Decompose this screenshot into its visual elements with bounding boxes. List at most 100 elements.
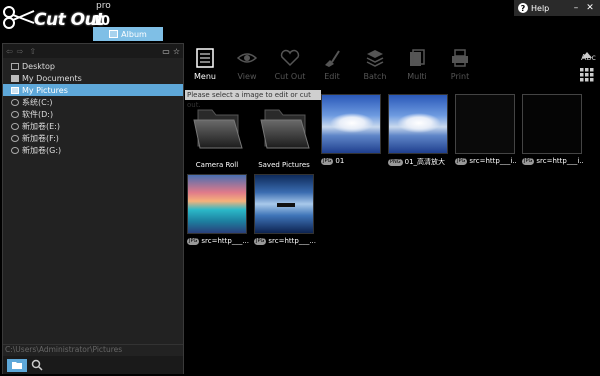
image-thumb[interactable]: JPG src=http___... [187, 174, 249, 245]
batch-button[interactable]: Batch [355, 48, 395, 81]
file-type-badge: JPG [455, 157, 468, 165]
view-label: View [237, 72, 257, 81]
image-caption: 01_高清放大 [404, 158, 446, 166]
drive-icon [11, 110, 19, 118]
multi-page-icon [410, 49, 425, 66]
logo-pro: pro [96, 1, 111, 11]
current-path: C:\Users\Administrator\Pictures [3, 344, 183, 356]
printer-icon [452, 49, 468, 67]
image-preview [321, 94, 381, 154]
abc-label[interactable]: Abc [581, 53, 596, 62]
heart-icon [280, 49, 300, 67]
up-arrow-icon[interactable]: ⇧ [29, 47, 36, 56]
sidebar-item-label: 新加卷(G:) [22, 145, 62, 155]
brush-icon [325, 50, 340, 67]
sidebar-item-drive-g[interactable]: 新加卷(G:) [3, 144, 183, 156]
file-type-badge: JPG [321, 157, 334, 165]
sidebar-item-label: My Pictures [22, 85, 68, 95]
search-icon[interactable] [31, 359, 43, 371]
batch-label: Batch [363, 72, 387, 81]
menu-button[interactable]: Menu [185, 48, 225, 81]
drive-icon [11, 146, 19, 154]
image-thumb[interactable]: PNG 01_高清放大 [388, 94, 450, 167]
sidebar-item-drive-c[interactable]: 系统(C:) [3, 96, 183, 108]
image-thumb[interactable]: JPG src=http___i... [455, 94, 517, 165]
new-folder-icon[interactable]: ▭ [162, 47, 170, 56]
file-type-badge: JPG [522, 157, 535, 165]
sidebar-item-desktop[interactable]: Desktop [3, 60, 183, 72]
folder-tree: Desktop My Documents My Pictures 系统(C:) … [3, 60, 183, 156]
drive-icon [11, 134, 19, 142]
desktop-icon [11, 62, 19, 70]
folder-nav-toolbar: ⇦ ⇨ ⇧ ▭ ☆ [3, 44, 183, 58]
help-icon: ? [518, 3, 528, 13]
folder-panel-footer [3, 356, 183, 374]
scissors-icon [3, 6, 35, 29]
back-arrow-icon[interactable]: ⇦ [6, 47, 13, 56]
help-label: Help [531, 3, 550, 13]
menu-icon [196, 48, 214, 68]
menu-label: Menu [194, 72, 216, 81]
sidebar-item-label: 新加卷(F:) [22, 133, 59, 143]
sidebar-item-my-pictures[interactable]: My Pictures [3, 84, 183, 96]
image-preview [187, 174, 247, 234]
window-controls: ? Help – ✕ [514, 0, 600, 16]
cutout-label: Cut Out [274, 72, 306, 81]
folder-icon [260, 109, 310, 149]
minimize-button[interactable]: – [569, 3, 583, 13]
sidebar-item-drive-e[interactable]: 新加卷(E:) [3, 120, 183, 132]
sidebar-item-label: 系统(C:) [22, 97, 53, 107]
sidebar-item-my-documents[interactable]: My Documents [3, 72, 183, 84]
favorite-star-icon[interactable]: ☆ [173, 47, 180, 56]
multi-button[interactable]: Multi [397, 48, 437, 81]
sidebar-item-label: 新加卷(E:) [22, 121, 60, 131]
image-preview [522, 94, 582, 154]
image-caption: src=http___... [201, 237, 249, 245]
browse-folder-button[interactable] [7, 358, 27, 372]
folder-panel: ⇦ ⇨ ⇧ ▭ ☆ Desktop My Documents My Pictur… [2, 43, 184, 374]
image-caption: src=http___... [268, 237, 316, 245]
eye-icon [236, 53, 258, 63]
sidebar-item-label: 软件(D:) [22, 109, 54, 119]
image-preview [388, 94, 448, 154]
file-type-badge: PNG [388, 158, 403, 166]
tab-album-label: Album [121, 29, 147, 39]
close-button[interactable]: ✕ [583, 3, 597, 13]
folder-label: Saved Pictures [258, 161, 310, 169]
image-caption: src=http___i... [536, 157, 584, 165]
image-preview [455, 94, 515, 154]
view-button[interactable]: View [227, 48, 267, 81]
forward-arrow-icon[interactable]: ⇨ [17, 47, 24, 56]
grid-view-icon[interactable] [580, 67, 594, 86]
edit-label: Edit [324, 72, 340, 81]
folder-camera-roll[interactable]: Camera Roll [186, 96, 248, 169]
album-icon [109, 30, 119, 38]
folder-saved-pictures[interactable]: Saved Pictures [253, 96, 315, 169]
image-caption: src=http___i... [469, 157, 517, 165]
layers-icon [366, 50, 384, 67]
pictures-icon [11, 86, 19, 94]
sidebar-item-label: Desktop [22, 61, 55, 71]
image-caption: 01 [335, 157, 345, 165]
edit-button[interactable]: Edit [312, 48, 352, 81]
help-button[interactable]: ? Help [518, 3, 549, 13]
image-thumb[interactable]: JPG src=http___... [254, 174, 316, 245]
tab-album[interactable]: Album [93, 27, 163, 41]
cutout-button[interactable]: Cut Out [270, 48, 310, 81]
drive-icon [11, 98, 19, 106]
documents-icon [11, 74, 19, 82]
print-label: Print [450, 72, 470, 81]
folder-icon [193, 109, 243, 149]
file-type-badge: JPG [254, 237, 267, 245]
print-button[interactable]: Print [440, 48, 480, 81]
file-type-badge: JPG [187, 237, 200, 245]
sidebar-item-drive-f[interactable]: 新加卷(F:) [3, 132, 183, 144]
image-thumb[interactable]: JPG src=http___i... [522, 94, 584, 165]
image-thumb[interactable]: JPG 01 [321, 94, 383, 165]
drive-icon [11, 122, 19, 130]
folder-label: Camera Roll [195, 161, 239, 169]
folder-icon [12, 362, 22, 369]
multi-label: Multi [407, 72, 427, 81]
sidebar-item-drive-d[interactable]: 软件(D:) [3, 108, 183, 120]
image-preview [254, 174, 314, 234]
